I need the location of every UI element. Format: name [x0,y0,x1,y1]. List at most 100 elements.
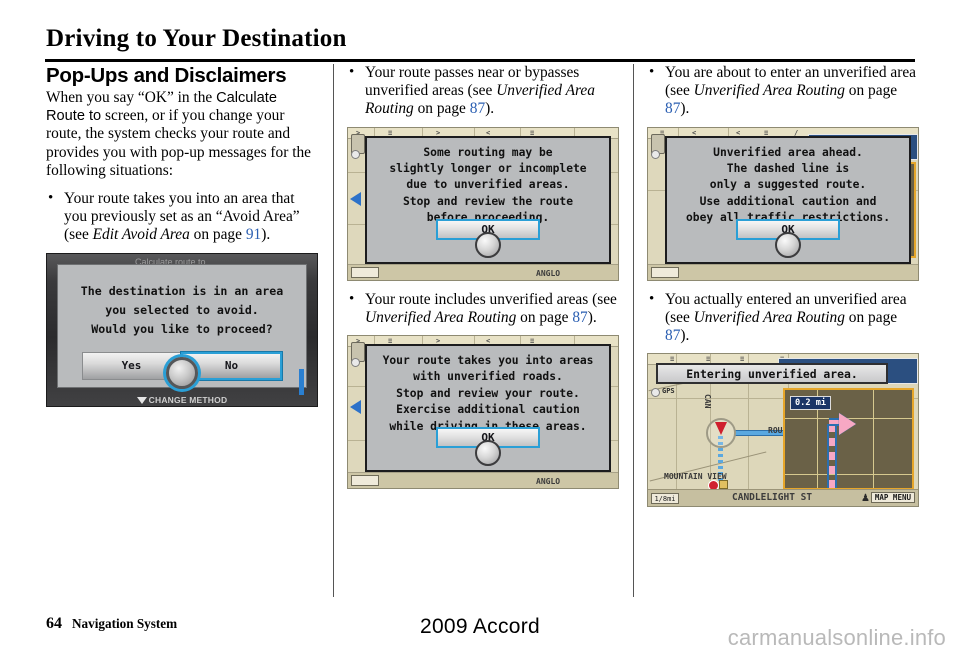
bullet-text-2: on page [189,226,246,244]
change-method-label: CHANGE METHOD [148,394,228,405]
side-street-label: MOUNTAIN VIEW [664,472,727,482]
map-bottom-bar [348,472,618,489]
map-scale-badge [651,266,679,278]
dialog-message-line: Use additional caution and [699,194,877,208]
unverified-dashed-route [827,424,837,489]
manual-page: Driving to Your Destination Pop-Ups and … [0,0,960,655]
dialog-message: The destination is in an area you select… [58,282,306,339]
guidance-inset-map: 0.2 mi [783,388,914,491]
map-poi-icon: ≡ [670,355,675,364]
map-poi-icon: ≡ [740,355,745,364]
dialog-message-line: Stop and review your route. [396,386,580,400]
bullet-text-3: ). [680,100,690,118]
bullet-text-3: ). [485,100,495,118]
intro-paragraph: When you say “OK” in the Calculate Route… [46,89,318,180]
map-menu-button[interactable]: MAP MENU [870,492,915,504]
turn-arrow-icon [839,413,856,436]
map-scale-badge [351,266,379,278]
dialog-message-line: you selected to avoid. [105,302,259,317]
map-bottom-bar [348,263,618,280]
page-ref-87[interactable]: 87 [665,327,680,344]
person-icon: ♟ [861,493,870,505]
dialog-message-line: Would you like to proceed? [91,321,273,336]
dialog-message-line: Unverified area ahead. [713,145,863,159]
nav-bezel: Calculate route to The destination is in… [46,252,318,407]
page-ref-87[interactable]: 87 [572,309,587,326]
dialog-message: Some routing may be slightly longer or i… [367,145,609,227]
bullet-list-1: Your route takes you into an area that y… [46,189,318,245]
bullet-list-3b: You actually entered an unverified area … [647,290,919,346]
screenshot-entering-unverified-area: ≡ ≡ ≡ ≡ Entering unverified area. GPS CA… [647,353,919,508]
edit-avoid-area-ref: Edit Avoid Area [92,226,190,244]
triangle-down-icon [136,396,147,404]
map-scale-badge [351,475,379,487]
bullet-list-3a: You are about to enter an unverified are… [647,63,919,119]
title-rule [45,59,915,62]
nav-screen-inner: The destination is in an area you select… [57,263,307,395]
bullet-text-2: on page [516,308,573,326]
section-heading: Pop-Ups and Disclaimers [46,64,287,87]
bullet-about-to-enter: You are about to enter an unverified are… [647,63,919,119]
dialog-message-line: The dashed line is [726,162,850,176]
screenshot-unverified-roads-disclaimer: > ≡ > < ≡ ANGLO Your route takes you int… [347,335,619,490]
dialog-message-line: due to unverified areas. [406,178,570,192]
bullet-text-3: ). [680,327,690,345]
dialog-message-line: slightly longer or incomplete [389,162,587,176]
disclaimer-dialog: Some routing may be slightly longer or i… [365,135,611,264]
joystick-knob[interactable] [775,231,801,258]
bullet-text-2: on page [844,308,898,326]
change-method-hint[interactable]: CHANGE METHOD [47,395,317,405]
dialog-message-line: with unverified roads. [413,370,563,384]
disclaimer-dialog: Unverified area ahead. The dashed line i… [665,135,911,264]
dialog-message-line: The destination is in an area [80,283,284,298]
screenshot-unverified-area-ahead: ≡ < < ≡ / Unverified area ahead. The das… [647,126,919,281]
bullet-text-3: ). [261,226,271,244]
map-scale-badge[interactable]: 1/8mi [651,493,679,505]
joystick-knob[interactable] [166,356,198,389]
column-divider-1 [333,64,334,597]
map-street-label: ANGLO [536,477,561,487]
column-3: You are about to enter an unverified are… [647,63,919,508]
disclaimer-dialog: Your route takes you into areas with unv… [365,344,611,473]
vertical-street-label: CAN [703,394,712,409]
bullet-actually-entered: You actually entered an unverified area … [647,290,919,346]
dialog-message-line: only a suggested route. [709,178,867,192]
gps-indicator-icon [351,358,360,368]
map-street-label: ANGLO [536,268,561,278]
bullet-list-2a: Your route passes near or bypasses unver… [347,63,619,119]
bullet-text-2: on page [413,100,470,118]
bullet-bypass-unverified: Your route passes near or bypasses unver… [347,63,619,119]
gps-indicator-icon [651,149,660,159]
screenshot-avoid-area-confirm: Calculate route to The destination is in… [46,252,318,407]
page-ref-87[interactable]: 87 [665,100,680,117]
intro-text-1: When you say “OK” in the [46,89,217,106]
unverified-area-routing-ref: Unverified Area Routing [693,308,845,326]
screenshot-routing-longer-disclaimer: > ≡ > < ≡ ANGLO Some routing may be slig… [347,126,619,281]
gps-indicator-icon [651,388,660,398]
dialog-message: Your route takes you into areas with unv… [367,353,609,435]
dialog-message-line: Exercise additional caution [396,403,580,417]
unverified-area-routing-ref: Unverified Area Routing [365,308,517,326]
live-map: ≡ ≡ ≡ ≡ Entering unverified area. GPS CA… [647,353,919,508]
page-ref-87[interactable]: 87 [470,100,485,117]
bullet-avoid-area: Your route takes you into an area that y… [46,189,318,245]
dialog-message-line: Some routing may be [423,145,553,159]
map-bottom-bar [648,263,918,280]
gps-label: GPS [662,387,675,396]
bullet-list-2b: Your route includes unverified areas (se… [347,290,619,327]
bullet-includes-unverified: Your route includes unverified areas (se… [347,290,619,327]
site-watermark: carmanualsonline.info [727,625,946,650]
dialog-message: Unverified area ahead. The dashed line i… [667,145,909,227]
distance-badge: 0.2 mi [790,396,832,411]
page-ref-91[interactable]: 91 [246,226,261,243]
gps-indicator-icon [351,149,360,159]
column-1: Pop-Ups and Disclaimers When you say “OK… [46,64,318,407]
joystick-knob[interactable] [475,231,501,258]
bullet-text-3: ). [587,308,597,326]
unverified-area-routing-ref: Unverified Area Routing [693,82,845,100]
joystick-knob[interactable] [475,440,501,467]
column-2: Your route passes near or bypasses unver… [347,63,619,490]
destination-box-icon [719,480,728,490]
bullet-text-1: Your route includes unverified areas (se… [365,290,617,308]
vehicle-heading-icon [715,422,727,436]
